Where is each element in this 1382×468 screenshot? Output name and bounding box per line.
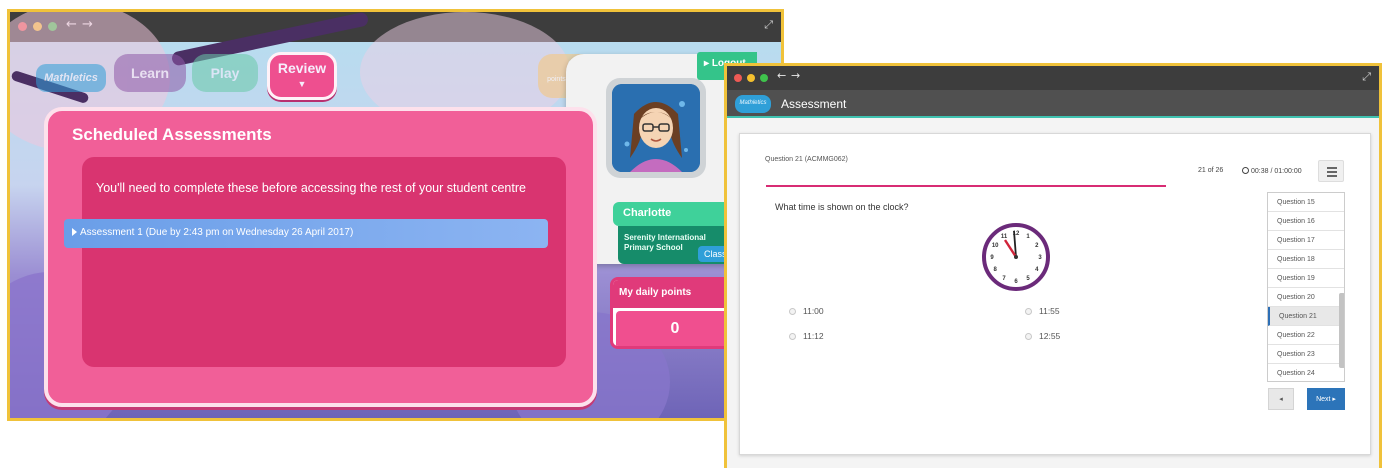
answer-option[interactable]: 12:55 bbox=[1025, 331, 1060, 341]
list-icon-line bbox=[1327, 175, 1337, 177]
scheduled-assessments-message: You'll need to complete these before acc… bbox=[96, 181, 526, 195]
chevron-down-icon: ▼ bbox=[297, 79, 307, 89]
radio-button[interactable] bbox=[789, 333, 796, 340]
expand-icon[interactable]: ⤢ bbox=[1362, 70, 1371, 84]
question-list-item[interactable]: Question 23 bbox=[1268, 345, 1344, 364]
previous-button[interactable]: ◂ bbox=[1268, 388, 1294, 410]
expand-icon[interactable]: ⤢ bbox=[764, 18, 773, 32]
question-list-item[interactable]: Question 20 bbox=[1268, 288, 1344, 307]
nav-review-button[interactable]: Review ▼ bbox=[267, 52, 337, 100]
daily-points-label: My daily points bbox=[613, 280, 737, 308]
minimize-window-dot[interactable] bbox=[747, 74, 755, 82]
answer-option-label: 11:12 bbox=[803, 331, 824, 341]
app-header: Mathletics Assessment bbox=[727, 90, 1379, 118]
nav-play-button[interactable]: Play bbox=[192, 54, 258, 92]
clock-numeral: 10 bbox=[992, 243, 999, 249]
assessment-window: ← → ⤢ Mathletics Assessment Question 21 … bbox=[724, 63, 1382, 468]
list-icon bbox=[1327, 167, 1337, 169]
question-list[interactable]: Question 15 Question 16 Question 17 Ques… bbox=[1267, 192, 1345, 382]
question-list-item[interactable]: Question 16 bbox=[1268, 212, 1344, 231]
answer-option-label: 11:55 bbox=[1039, 306, 1060, 316]
answer-option[interactable]: 11:55 bbox=[1025, 306, 1060, 316]
play-icon: ▸ bbox=[704, 58, 712, 69]
mathletics-logo[interactable]: Mathletics bbox=[735, 95, 771, 113]
avatar-illustration bbox=[612, 84, 700, 172]
answer-option-label: 12:55 bbox=[1039, 331, 1061, 341]
answer-option[interactable]: 11:00 bbox=[789, 306, 824, 316]
answer-option-label: 11:00 bbox=[803, 306, 824, 316]
daily-points-card: My daily points 0 bbox=[610, 277, 740, 349]
progress-bar bbox=[766, 185, 1166, 187]
mathletics-logo[interactable]: Mathletics bbox=[36, 64, 106, 92]
avatar-image bbox=[612, 84, 700, 172]
timer-value: 00:38 / 01:00:00 bbox=[1251, 168, 1302, 175]
radio-button[interactable] bbox=[1025, 308, 1032, 315]
avatar[interactable] bbox=[606, 78, 706, 178]
nav-learn-button[interactable]: Learn bbox=[114, 54, 186, 92]
list-icon-line bbox=[1327, 171, 1337, 173]
daily-points-value: 0 bbox=[616, 311, 734, 346]
timer: 00:38 / 01:00:00 bbox=[1242, 167, 1302, 175]
analog-clock: 121234567891011 bbox=[982, 223, 1050, 291]
question-code: Question 21 (ACMMG062) bbox=[765, 156, 848, 163]
clock-center bbox=[1014, 255, 1018, 259]
student-name: Charlotte bbox=[613, 202, 733, 226]
page-title: Assessment bbox=[781, 97, 847, 111]
question-list-item[interactable]: Question 24 bbox=[1268, 364, 1344, 381]
scheduled-assessments-title: Scheduled Assessments bbox=[72, 125, 272, 144]
question-text: What time is shown on the clock? bbox=[775, 202, 909, 212]
question-list-item[interactable]: Question 19 bbox=[1268, 269, 1344, 288]
scheduled-assessments-panel: You'll need to complete these before acc… bbox=[82, 157, 566, 367]
question-list-item[interactable]: Question 18 bbox=[1268, 250, 1344, 269]
assessment-item-label: Assessment 1 (Due by 2:43 pm on Wednesda… bbox=[80, 227, 354, 238]
clock-numeral: 11 bbox=[1001, 234, 1008, 240]
scheduled-assessments-card: Scheduled Assessments You'll need to com… bbox=[44, 107, 597, 407]
question-counter: 21 of 26 bbox=[1198, 167, 1224, 174]
arrow-right-icon[interactable]: → bbox=[791, 69, 800, 82]
question-list-scrollbar[interactable] bbox=[1339, 293, 1344, 368]
radio-button[interactable] bbox=[1025, 333, 1032, 340]
assessment-item[interactable]: Assessment 1 (Due by 2:43 pm on Wednesda… bbox=[64, 219, 548, 248]
question-list-item[interactable]: Question 17 bbox=[1268, 231, 1344, 250]
question-list-item-active[interactable]: Question 21 bbox=[1268, 307, 1344, 326]
arrow-left-icon[interactable]: ← bbox=[777, 69, 786, 82]
question-list-toggle-button[interactable] bbox=[1318, 160, 1344, 182]
question-list-item[interactable]: Question 15 bbox=[1268, 193, 1344, 212]
radio-button[interactable] bbox=[789, 308, 796, 315]
next-button[interactable]: Next ▸ bbox=[1307, 388, 1345, 410]
answer-option[interactable]: 11:12 bbox=[789, 331, 824, 341]
nav-review-label: Review bbox=[277, 60, 327, 76]
close-window-dot[interactable] bbox=[734, 74, 742, 82]
student-centre-window: ← → ⤢ Mathletics Learn Play Review ▼ 0 p… bbox=[7, 9, 784, 421]
play-icon bbox=[72, 228, 77, 236]
question-list-item[interactable]: Question 22 bbox=[1268, 326, 1344, 345]
student-centre-scene: Mathletics Learn Play Review ▼ 0 points … bbox=[10, 12, 781, 418]
question-panel: Question 21 (ACMMG062) 21 of 26 00:38 / … bbox=[739, 133, 1371, 455]
window-titlebar: ← → ⤢ bbox=[727, 66, 1379, 90]
clock-icon bbox=[1242, 167, 1249, 174]
maximize-window-dot[interactable] bbox=[760, 74, 768, 82]
